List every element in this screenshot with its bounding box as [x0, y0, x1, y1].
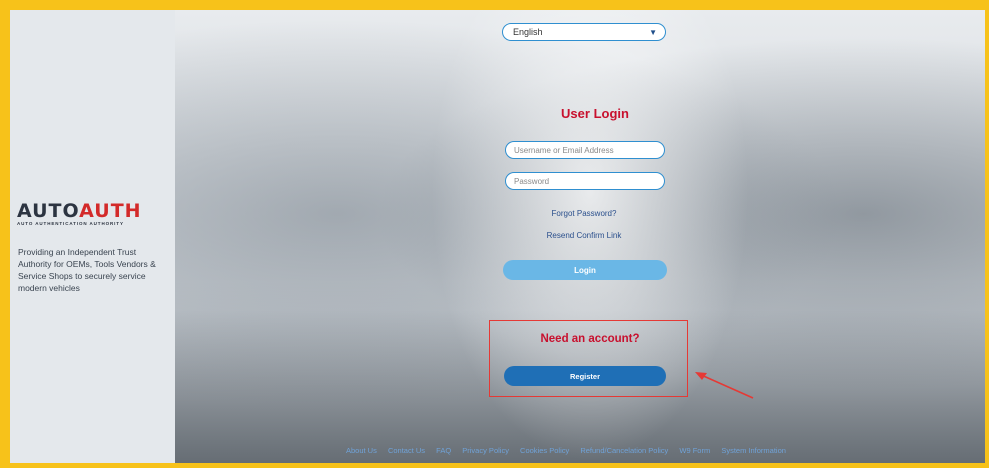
red-arrow-icon — [695, 372, 754, 399]
autoauth-logo: AUTOAUTH AUTO AUTHENTICATION AUTHORITY — [17, 200, 177, 226]
footer-link-contact[interactable]: Contact Us — [388, 446, 425, 455]
footer-link-about[interactable]: About Us — [346, 446, 377, 455]
logo-prefix: AUTO — [17, 200, 80, 222]
sidebar: AUTOAUTH AUTO AUTHENTICATION AUTHORITY P… — [10, 10, 175, 463]
footer-link-refund[interactable]: Refund/Cancelation Policy — [580, 446, 668, 455]
resend-confirm-link[interactable]: Resend Confirm Link — [484, 231, 684, 240]
password-input[interactable] — [505, 172, 665, 190]
footer-link-privacy[interactable]: Privacy Policy — [462, 446, 509, 455]
logo-subtitle: AUTO AUTHENTICATION AUTHORITY — [17, 221, 124, 226]
logo-suffix: AUTH — [79, 200, 142, 222]
page-title: User Login — [561, 106, 629, 121]
need-account-heading: Need an account? — [540, 333, 640, 345]
footer-link-cookies[interactable]: Cookies Policy — [520, 446, 569, 455]
language-select[interactable]: English ▼ — [502, 23, 666, 41]
footer-link-system-info[interactable]: System Information — [721, 446, 786, 455]
register-button[interactable]: Register — [504, 366, 666, 386]
footer-links: About Us Contact Us FAQ Privacy Policy C… — [346, 446, 866, 455]
viewport: AUTOAUTH AUTO AUTHENTICATION AUTHORITY P… — [10, 10, 985, 463]
chevron-down-icon: ▼ — [649, 28, 657, 37]
footer-link-w9[interactable]: W9 Form — [679, 446, 710, 455]
forgot-password-link[interactable]: Forgot Password? — [484, 209, 684, 218]
username-input[interactable] — [505, 141, 665, 159]
footer-link-faq[interactable]: FAQ — [436, 446, 451, 455]
brand-tagline: Providing an Independent Trust Authority… — [18, 247, 156, 293]
language-selected: English — [513, 27, 543, 37]
login-button[interactable]: Login — [503, 260, 667, 280]
